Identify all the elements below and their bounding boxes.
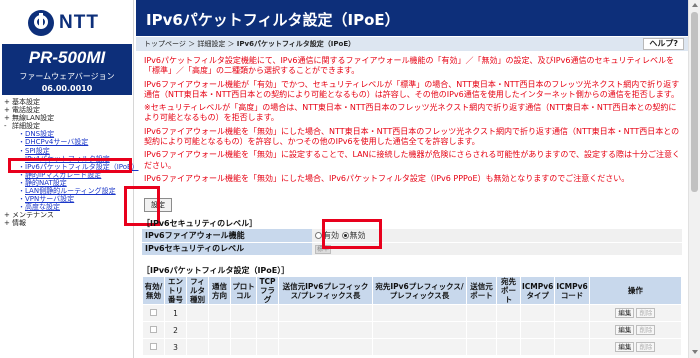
- breadcrumb-detail[interactable]: 詳細設定: [197, 40, 225, 48]
- table-row: 2 編集 削除: [142, 321, 683, 339]
- entry-number: 1: [164, 304, 187, 322]
- entry-number: 2: [164, 321, 187, 339]
- scroll-up-arrow-icon[interactable]: [692, 3, 698, 7]
- delete-button[interactable]: 削除: [636, 325, 656, 335]
- collapse-minus-icon[interactable]: -: [4, 122, 12, 130]
- desc-paragraph: IPv6パケットフィルタ設定機能にて、IPv6通信に関するファイアウォール機能の…: [144, 56, 674, 76]
- row-enable-checkbox[interactable]: [150, 342, 157, 350]
- delete-button[interactable]: 削除: [636, 342, 656, 352]
- scroll-thumb[interactable]: [691, 12, 698, 192]
- col-header: 操作: [588, 276, 683, 305]
- scroll-down-arrow-icon[interactable]: [692, 350, 698, 354]
- nav-static-nat[interactable]: 静的NAT設定: [25, 179, 67, 187]
- nav-static-routing[interactable]: LAN側静的ルーティング設定: [25, 187, 116, 195]
- expand-plus-icon[interactable]: +: [4, 211, 12, 219]
- model-name: PR-500MI: [28, 48, 106, 67]
- table-row: 3 編集 削除: [142, 338, 683, 356]
- logo-text: NTT: [59, 12, 99, 33]
- ntt-globe-icon: [28, 10, 54, 36]
- col-header: ICMPv6コード: [554, 276, 590, 305]
- filter-section-title: ［IPv6パケットフィルタ設定（IPoE）］: [142, 266, 290, 275]
- desc-paragraph: IPv6ファイアウォール機能が「有効」でかつ、セキュリティレベルが「標準」の場合…: [144, 79, 680, 99]
- entry-number: 3: [164, 338, 187, 356]
- nav-phone[interactable]: + 電話設定: [4, 106, 132, 114]
- nav-dhcpv4[interactable]: DHCPv4サーバ設定: [25, 138, 88, 146]
- model-info-box: PR-500MI ファームウェアバージョン 06.00.0010: [2, 44, 132, 95]
- nav-advanced[interactable]: 高度な設定: [25, 203, 60, 211]
- desc-paragraph: ※セキュリティレベルが「高度」の場合は、NTT東日本・NTT西日本のフレッツ光ネ…: [144, 103, 677, 123]
- nav-info[interactable]: + 情報: [4, 219, 132, 227]
- nav-basic[interactable]: + 基本設定: [4, 98, 132, 106]
- sidebar: NTT PR-500MI ファームウェアバージョン 06.00.0010 + 基本…: [0, 0, 138, 358]
- col-header: 送信元ポート: [466, 276, 497, 305]
- col-header: 宛先ポート: [496, 276, 521, 305]
- col-header: 有効/無効: [142, 276, 165, 305]
- col-header: 通信方向: [208, 276, 231, 305]
- edit-button[interactable]: 編集: [615, 308, 635, 318]
- expand-plus-icon[interactable]: +: [4, 114, 12, 122]
- highlight-box-radio: [322, 219, 382, 249]
- breadcrumb-current: IPv6パケットフィルタ設定（IPoE）: [236, 40, 356, 48]
- col-header: フィルタ種別: [186, 276, 209, 305]
- level-row: IPv6セキュリティのレベル 標準: [142, 242, 682, 256]
- ntt-logo: NTT: [28, 10, 118, 36]
- col-header: TCPフラグ: [256, 276, 279, 305]
- expand-plus-icon[interactable]: +: [4, 106, 12, 114]
- help-button[interactable]: ヘルプ?: [643, 38, 684, 50]
- fw-row: IPv6ファイアウォール機能 有効 無効: [142, 229, 682, 243]
- security-section-title: ［IPv6セキュリティのレベル］: [142, 219, 258, 228]
- fw-label: IPv6ファイアウォール機能: [142, 229, 312, 243]
- level-label: IPv6セキュリティのレベル: [142, 242, 312, 256]
- firmware-version: 06.00.0010: [41, 84, 93, 93]
- col-header: 宛先IPv6プレフィックス/プレフィックス長: [372, 276, 467, 305]
- filter-table: 有効/無効 エントリ番号 フィルタ種別 通信方向 プロトコル TCPフラグ 送信…: [142, 276, 683, 356]
- security-table: IPv6ファイアウォール機能 有効 無効 IPv6セキュリティのレベル 標準: [142, 229, 682, 256]
- description-text: IPv6パケットフィルタ設定機能にて、IPv6通信に関するファイアウォール機能の…: [144, 56, 682, 187]
- nav-vpn-server[interactable]: VPNサーバ設定: [25, 195, 74, 203]
- breadcrumb-top[interactable]: トップページ: [144, 40, 186, 48]
- nav-spi[interactable]: SPI設定: [25, 147, 50, 155]
- expand-plus-icon[interactable]: +: [4, 219, 12, 227]
- page-title: IPv6パケットフィルタ設定（IPoE）: [136, 0, 688, 36]
- col-header: プロトコル: [230, 276, 257, 305]
- row-enable-checkbox[interactable]: [150, 325, 157, 333]
- delete-button[interactable]: 削除: [636, 308, 656, 318]
- desc-paragraph: IPv6ファイアウォール機能を「無効」に設定することで、LANに接続した機器が危…: [144, 150, 681, 170]
- firmware-label: ファームウェアバージョン: [19, 72, 115, 81]
- main-content: IPv6パケットフィルタ設定（IPoE） トップページ ＞ 詳細設定 ＞ IPv…: [124, 0, 688, 358]
- col-header: エントリ番号: [164, 276, 187, 305]
- edit-button[interactable]: 編集: [615, 342, 635, 352]
- filter-header-row: 有効/無効 エントリ番号 フィルタ種別 通信方向 プロトコル TCPフラグ 送信…: [142, 276, 683, 305]
- vertical-scrollbar[interactable]: [688, 0, 700, 358]
- row-enable-checkbox[interactable]: [150, 308, 157, 316]
- col-header: 送信元IPv6プレフィックス/プレフィックス長: [278, 276, 373, 305]
- radio-enable[interactable]: [315, 231, 322, 239]
- table-row: 1 編集 削除: [142, 304, 683, 322]
- highlight-box-nav: [8, 158, 132, 173]
- breadcrumb: トップページ ＞ 詳細設定 ＞ IPv6パケットフィルタ設定（IPoE）: [136, 37, 688, 51]
- expand-plus-icon[interactable]: +: [4, 98, 12, 106]
- desc-paragraph: IPv6ファイアウォール機能を「無効」にした場合、NTT東日本・NTT西日本のフ…: [144, 126, 680, 147]
- desc-paragraph: IPv6ファイアウォール機能を「無効」にした場合、IPv6パケットフィルタ設定（…: [144, 173, 630, 183]
- col-header: ICMPv6タイプ: [519, 276, 556, 305]
- edit-button[interactable]: 編集: [615, 325, 635, 335]
